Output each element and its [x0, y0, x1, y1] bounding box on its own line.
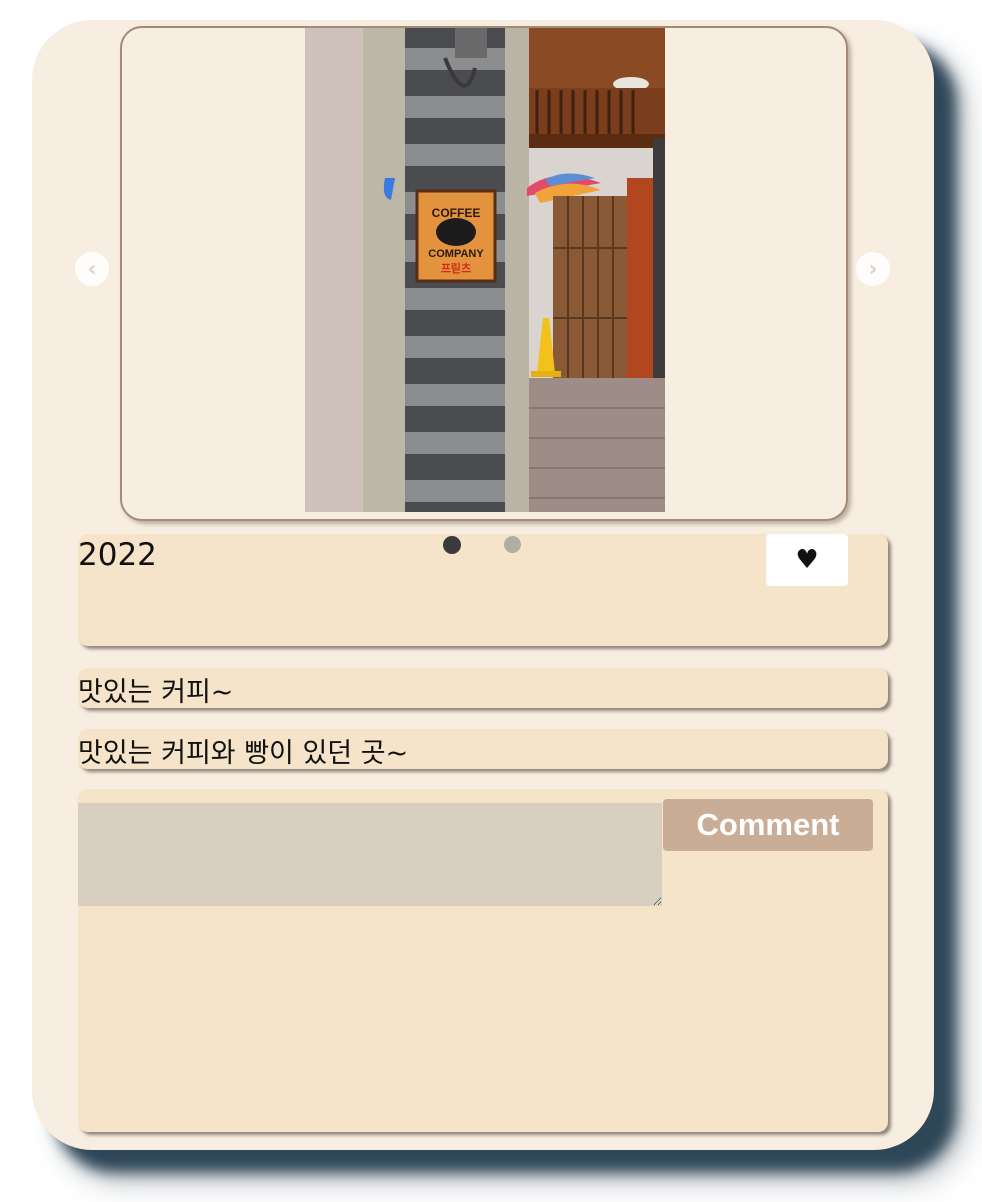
- carousel-dot-1[interactable]: [443, 536, 461, 554]
- comment-button[interactable]: Comment: [663, 799, 873, 851]
- sign-company-text: COMPANY: [428, 248, 484, 260]
- sign-coffee-text: COFFEE: [432, 206, 481, 220]
- like-button[interactable]: ♥: [766, 534, 848, 586]
- post-year: 2022: [78, 537, 157, 573]
- cafe-entrance-photo: COFFEE COMPANY 프릳츠: [305, 28, 665, 512]
- post-title: 맛있는 커피~: [78, 677, 234, 708]
- post-title-panel: 맛있는 커피~: [78, 668, 888, 708]
- post-description-panel: 맛있는 커피와 빵이 있던 곳~: [78, 729, 888, 769]
- chevron-left-icon: ‹: [87, 256, 97, 282]
- carousel-dot-2[interactable]: [504, 536, 521, 553]
- carousel-next-button[interactable]: ›: [856, 252, 890, 286]
- sign-korean-text: 프릳츠: [441, 262, 471, 275]
- image-carousel: COFFEE COMPANY 프릳츠: [120, 26, 848, 521]
- carousel-prev-button[interactable]: ‹: [75, 252, 109, 286]
- post-description: 맛있는 커피와 빵이 있던 곳~: [78, 738, 409, 769]
- comment-input[interactable]: [78, 803, 662, 906]
- heart-icon: ♥: [795, 545, 819, 575]
- comment-button-label: Comment: [696, 807, 840, 842]
- chevron-right-icon: ›: [868, 256, 878, 282]
